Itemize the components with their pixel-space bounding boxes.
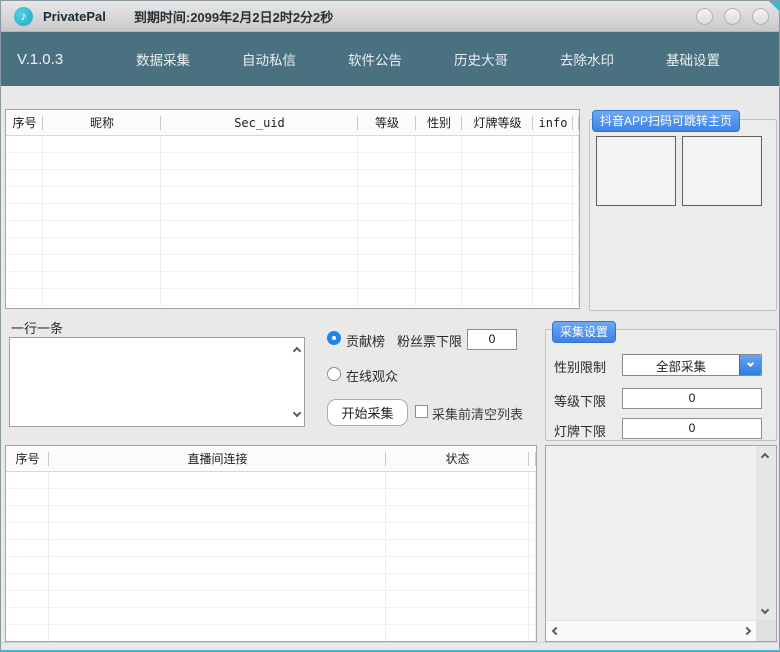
scroll-right-icon[interactable] — [743, 627, 751, 635]
column-header[interactable]: Sec_uid — [161, 110, 358, 135]
window-controls — [696, 8, 769, 25]
room-table-body — [6, 472, 536, 641]
scrollbar-corner — [756, 620, 776, 641]
scroll-down-icon[interactable] — [293, 409, 301, 417]
dropdown-button[interactable] — [739, 355, 761, 375]
user-table-header: 序号昵称Sec_uid等级性别灯牌等级info — [6, 110, 579, 136]
nav-item-1[interactable]: 自动私信 — [232, 43, 306, 75]
nav-item-3[interactable]: 历史大哥 — [444, 43, 518, 75]
version-label: V.1.0.3 — [17, 51, 112, 68]
scroll-up-icon[interactable] — [761, 453, 769, 461]
corner-accent — [769, 1, 779, 11]
qr-code-placeholder-2 — [682, 136, 762, 206]
online-viewers-radio[interactable] — [327, 367, 341, 381]
gender-limit-dropdown[interactable]: 全部采集 — [622, 354, 762, 376]
nav-item-2[interactable]: 软件公告 — [338, 43, 412, 75]
user-table-body — [6, 136, 579, 308]
title-bar: ♪ PrivatePal 到期时间:2099年2月2日2时2分2秒 — [1, 1, 779, 32]
scroll-up-icon[interactable] — [293, 347, 301, 355]
table-row — [6, 136, 579, 153]
column-header[interactable]: 序号 — [6, 446, 49, 471]
status-bar — [1, 642, 779, 651]
chevron-down-icon — [747, 360, 754, 367]
app-window: ♪ PrivatePal 到期时间:2099年2月2日2时2分2秒 V.1.0.… — [0, 0, 780, 652]
nav-items: 数据采集自动私信软件公告历史大哥去除水印基础设置 — [126, 43, 730, 75]
table-row — [6, 506, 536, 523]
column-header[interactable]: 等级 — [358, 110, 416, 135]
scroll-down-icon[interactable] — [761, 606, 769, 614]
table-row — [6, 557, 536, 574]
column-header[interactable]: 灯牌等级 — [462, 110, 533, 135]
lines-label: 一行一条 — [11, 318, 63, 337]
vertical-scrollbar[interactable] — [756, 446, 776, 621]
log-panel[interactable] — [545, 445, 777, 642]
expiry-time-label: 到期时间:2099年2月2日2时2分2秒 — [134, 7, 333, 26]
table-row — [6, 170, 579, 187]
column-filler — [573, 110, 579, 135]
column-header[interactable]: 昵称 — [43, 110, 161, 135]
room-links-textarea[interactable] — [9, 337, 305, 427]
music-note-icon: ♪ — [14, 7, 33, 26]
column-filler — [529, 446, 536, 471]
table-row — [6, 540, 536, 557]
fan-ticket-label: 粉丝票下限 — [397, 331, 462, 350]
column-header[interactable]: 直播间连接 — [49, 446, 386, 471]
qr-code-placeholder-1 — [596, 136, 676, 206]
user-table: 序号昵称Sec_uid等级性别灯牌等级info — [5, 109, 580, 309]
clear-before-collect-label[interactable]: 采集前清空列表 — [432, 404, 523, 423]
column-header[interactable]: 序号 — [6, 110, 43, 135]
contribution-radio[interactable] — [327, 331, 341, 345]
nav-item-0[interactable]: 数据采集 — [126, 43, 200, 75]
column-header[interactable]: info — [533, 110, 573, 135]
lamp-limit-input[interactable]: 0 — [622, 418, 762, 439]
online-viewers-radio-label[interactable]: 在线观众 — [346, 366, 398, 385]
level-limit-label: 等级下限 — [554, 391, 606, 410]
room-table-header: 序号直播间连接状态 — [6, 446, 536, 472]
scroll-left-icon[interactable] — [552, 627, 560, 635]
close-button[interactable] — [752, 8, 769, 25]
table-row — [6, 289, 579, 306]
table-row — [6, 608, 536, 625]
level-limit-input[interactable]: 0 — [622, 388, 762, 409]
qr-panel-title: 抖音APP扫码可跳转主页 — [592, 110, 740, 132]
contribution-radio-label[interactable]: 贡献榜 — [346, 331, 385, 350]
maximize-button[interactable] — [724, 8, 741, 25]
table-row — [6, 523, 536, 540]
column-header[interactable]: 性别 — [416, 110, 462, 135]
collect-settings-panel: 采集设置 性别限制 全部采集 等级下限 0 灯牌下限 0 — [545, 329, 777, 441]
table-row — [6, 221, 579, 238]
lamp-limit-label: 灯牌下限 — [554, 421, 606, 440]
column-header[interactable]: 状态 — [386, 446, 529, 471]
table-row — [6, 187, 579, 204]
app-title: PrivatePal — [43, 9, 106, 24]
table-row — [6, 238, 579, 255]
nav-bar: V.1.0.3 数据采集自动私信软件公告历史大哥去除水印基础设置 — [1, 32, 779, 86]
qr-panel: 抖音APP扫码可跳转主页 — [589, 119, 777, 311]
gender-limit-value: 全部采集 — [623, 355, 739, 375]
table-row — [6, 272, 579, 289]
table-row — [6, 255, 579, 272]
room-table: 序号直播间连接状态 — [5, 445, 537, 642]
start-collect-button[interactable]: 开始采集 — [327, 399, 408, 426]
table-row — [6, 204, 579, 221]
table-row — [6, 625, 536, 641]
table-row — [6, 574, 536, 591]
gender-limit-label: 性别限制 — [554, 357, 606, 376]
collect-settings-title: 采集设置 — [552, 321, 616, 343]
horizontal-scrollbar[interactable] — [546, 620, 757, 641]
nav-item-4[interactable]: 去除水印 — [550, 43, 624, 75]
nav-item-5[interactable]: 基础设置 — [656, 43, 730, 75]
table-row — [6, 153, 579, 170]
table-row — [6, 591, 536, 608]
clear-before-collect-checkbox[interactable] — [415, 405, 428, 418]
fan-ticket-input[interactable]: 0 — [467, 329, 517, 350]
table-row — [6, 472, 536, 489]
table-row — [6, 489, 536, 506]
minimize-button[interactable] — [696, 8, 713, 25]
